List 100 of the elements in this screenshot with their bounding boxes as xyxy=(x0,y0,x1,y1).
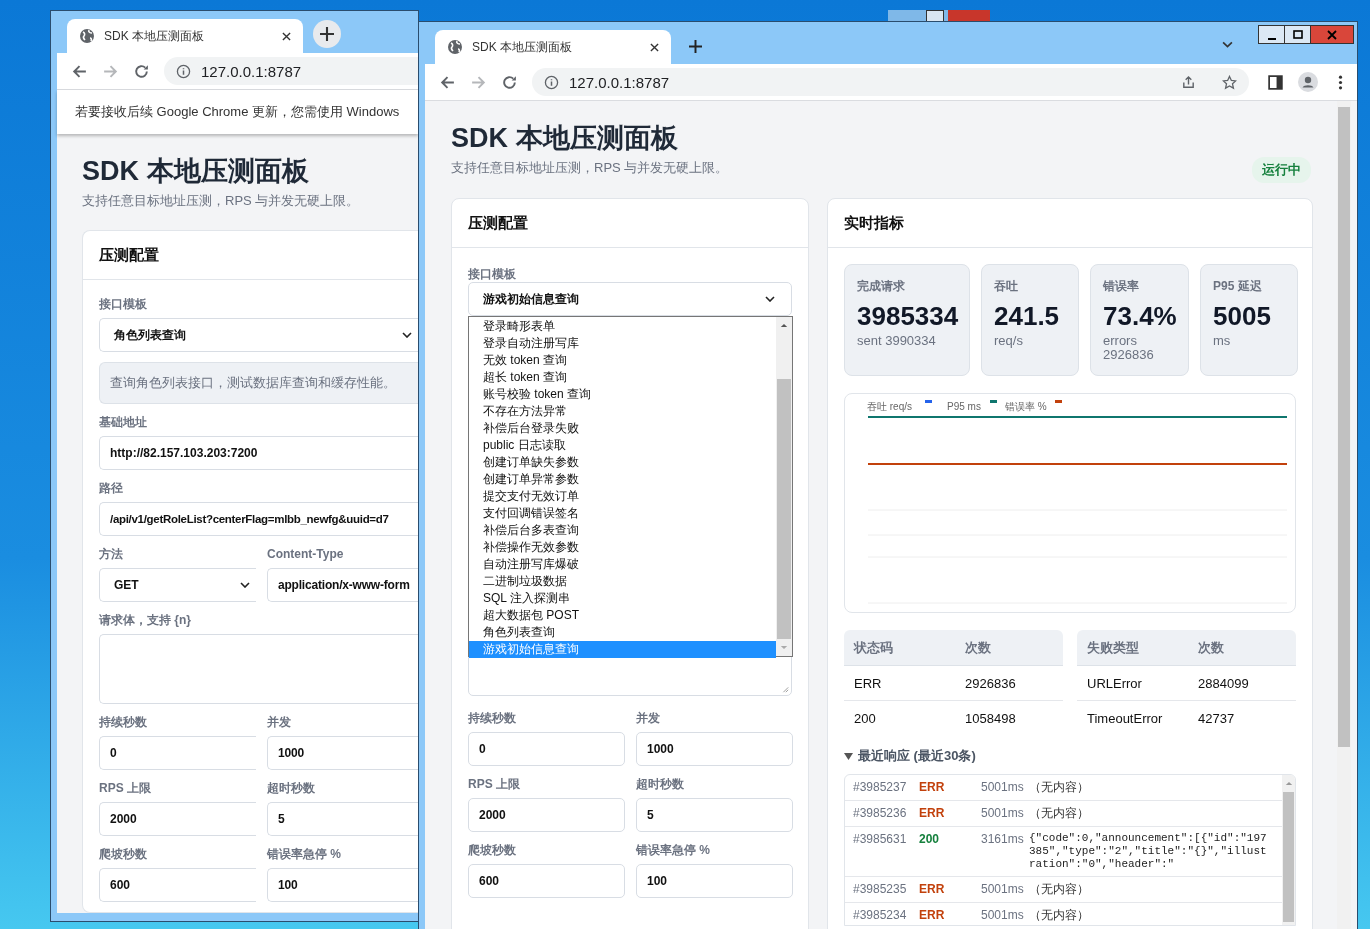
select-field[interactable]: 角色列表查询 xyxy=(99,318,418,352)
table-cell: 42737 xyxy=(1188,700,1296,735)
input-field[interactable]: 100 xyxy=(267,868,418,902)
response-status: 200 xyxy=(919,832,941,847)
legend-label: 吞吐 req/s xyxy=(867,401,912,412)
field-label: 并发 xyxy=(636,710,661,726)
dropdown-option[interactable]: 角色列表查询 xyxy=(469,624,776,641)
response-id: #3985236 xyxy=(853,806,908,821)
page-title: SDK 本地压测面板 xyxy=(451,122,679,155)
dropdown-option[interactable]: 补偿操作无效参数 xyxy=(469,539,776,556)
response-time: 5001ms xyxy=(981,806,1025,821)
stat-label: 错误率 xyxy=(1103,278,1140,295)
dropdown-option[interactable]: public 日志读取 xyxy=(469,437,776,454)
input-field[interactable]: /api/v1/getRoleList?centerFlag=mlbb_newfg&uuid=d7 xyxy=(99,502,418,536)
response-time: 5001ms xyxy=(981,882,1025,897)
scrollbar-thumb[interactable] xyxy=(1338,107,1350,747)
address-bar[interactable]: 127.0.0.1:8787 xyxy=(164,57,418,85)
response-body: （无内容） xyxy=(1029,806,1090,821)
dropdown-option[interactable]: 提交支付无效订单 xyxy=(469,488,776,505)
field-label: 持续秒数 xyxy=(468,710,517,726)
browser-tab[interactable]: SDK 本地压测面板 xyxy=(67,19,303,53)
input-field[interactable]: 100 xyxy=(636,864,793,898)
side-panel-icon[interactable] xyxy=(1267,73,1284,91)
input-field[interactable]: application/x-www-form xyxy=(267,568,418,602)
stat-value: 241.5 xyxy=(994,300,1061,332)
globe-icon xyxy=(79,28,95,44)
field-label: 错误率急停 % xyxy=(636,842,711,858)
card-title: 实时指标 xyxy=(844,213,904,233)
input-field[interactable]: 600 xyxy=(468,864,625,898)
dropdown-option[interactable]: SQL 注入探测串 xyxy=(469,590,776,607)
field-label: 方法 xyxy=(99,546,124,562)
select-field[interactable]: GET xyxy=(99,568,256,602)
dropdown-option[interactable]: 创建订单缺失参数 xyxy=(469,454,776,471)
dropdown-option[interactable]: 支付回调错误签名 xyxy=(469,505,776,522)
dropdown-option[interactable]: 账号校验 token 查询 xyxy=(469,386,776,403)
response-id: #3985234 xyxy=(853,908,908,923)
stat-value: 73.4% xyxy=(1103,300,1176,332)
input-field[interactable]: 1000 xyxy=(636,732,793,766)
dropdown-option[interactable]: 自动注册写库爆破 xyxy=(469,556,776,573)
info-icon[interactable] xyxy=(176,63,191,79)
plus-icon xyxy=(320,27,334,41)
dropdown-option[interactable]: 超长 token 查询 xyxy=(469,369,776,386)
select-field[interactable]: 游戏初始信息查询 xyxy=(468,282,792,316)
dropdown-option[interactable]: 超大数据包 POST xyxy=(469,607,776,624)
recent-responses-toggle[interactable]: 最近响应 (最近30条) xyxy=(844,747,1296,765)
dropdown-option[interactable]: 不存在方法异常 xyxy=(469,403,776,420)
stat-label: 完成请求 xyxy=(857,278,906,295)
profile-icon[interactable] xyxy=(1298,72,1318,92)
close-button[interactable] xyxy=(1310,25,1354,44)
stat-label: P95 延迟 xyxy=(1213,278,1263,295)
maximize-icon xyxy=(1292,29,1303,40)
input-field[interactable]: 1000 xyxy=(267,736,418,770)
dropdown-option[interactable]: 补偿后台登录失败 xyxy=(469,420,776,437)
response-time: 5001ms xyxy=(981,780,1025,795)
card-title: 压测配置 xyxy=(468,213,528,233)
table-cell: 2884099 xyxy=(1188,665,1296,701)
input-field[interactable]: http://82.157.103.203:7200 xyxy=(99,436,418,470)
maximize-button[interactable] xyxy=(1284,25,1311,44)
field-label: 接口模板 xyxy=(468,267,516,281)
input-field[interactable]: 600 xyxy=(99,868,256,902)
response-id: #3985631 xyxy=(853,832,908,847)
input-field[interactable]: 2000 xyxy=(468,798,625,832)
new-tab-button[interactable] xyxy=(313,20,341,48)
input-field[interactable]: 2000 xyxy=(99,802,256,836)
field-label: 接口模板 xyxy=(99,296,148,312)
reload-icon[interactable] xyxy=(501,73,518,91)
minimize-button[interactable] xyxy=(1258,25,1285,44)
dropdown-option[interactable]: 创建订单异常参数 xyxy=(469,471,776,488)
input-field[interactable]: 0 xyxy=(99,736,256,770)
field-label: 错误率急停 % xyxy=(267,846,342,862)
share-icon[interactable] xyxy=(1181,74,1196,90)
dropdown-option[interactable]: 登录自动注册写库 xyxy=(469,335,776,352)
dropdown-option[interactable]: 补偿后台多表查询 xyxy=(469,522,776,539)
input-field[interactable]: 5 xyxy=(267,802,418,836)
input-field[interactable]: 0 xyxy=(468,732,625,766)
scrollbar-thumb[interactable] xyxy=(777,379,791,639)
resize-grip-icon[interactable] xyxy=(781,685,789,693)
dropdown-option[interactable]: 登录畸形表单 xyxy=(469,318,776,335)
page-title: SDK 本地压测面板 xyxy=(82,155,310,188)
legend-label: 错误率 % xyxy=(1005,401,1047,412)
request-body-field[interactable] xyxy=(99,634,418,704)
info-icon[interactable] xyxy=(544,74,559,90)
page-subtitle: 支持任意目标地址压测，RPS 与并发无硬上限。 xyxy=(82,192,361,210)
scroll-up-icon[interactable] xyxy=(780,323,788,328)
stat-value: 5005 xyxy=(1213,300,1272,332)
input-field[interactable]: 5 xyxy=(636,798,793,832)
table-cell: 200 xyxy=(844,700,955,735)
field-label: 爬坡秒数 xyxy=(468,842,517,858)
dropdown-option[interactable]: 无效 token 查询 xyxy=(469,352,776,369)
reload-icon[interactable] xyxy=(133,62,150,80)
dropdown-option[interactable]: 二进制垃圾数据 xyxy=(469,573,776,590)
scrollbar-thumb[interactable] xyxy=(1283,792,1294,922)
new-tab-icon[interactable] xyxy=(689,40,702,53)
browser-tab[interactable]: SDK 本地压测面板 xyxy=(435,30,671,64)
star-icon[interactable] xyxy=(1222,74,1237,90)
chevron-down-icon[interactable] xyxy=(1222,41,1233,48)
field-label: RPS 上限 xyxy=(468,776,521,792)
stat-value: 3985334 xyxy=(857,300,957,332)
address-bar[interactable]: 127.0.0.1:8787 xyxy=(532,68,1249,96)
globe-icon xyxy=(447,39,463,55)
